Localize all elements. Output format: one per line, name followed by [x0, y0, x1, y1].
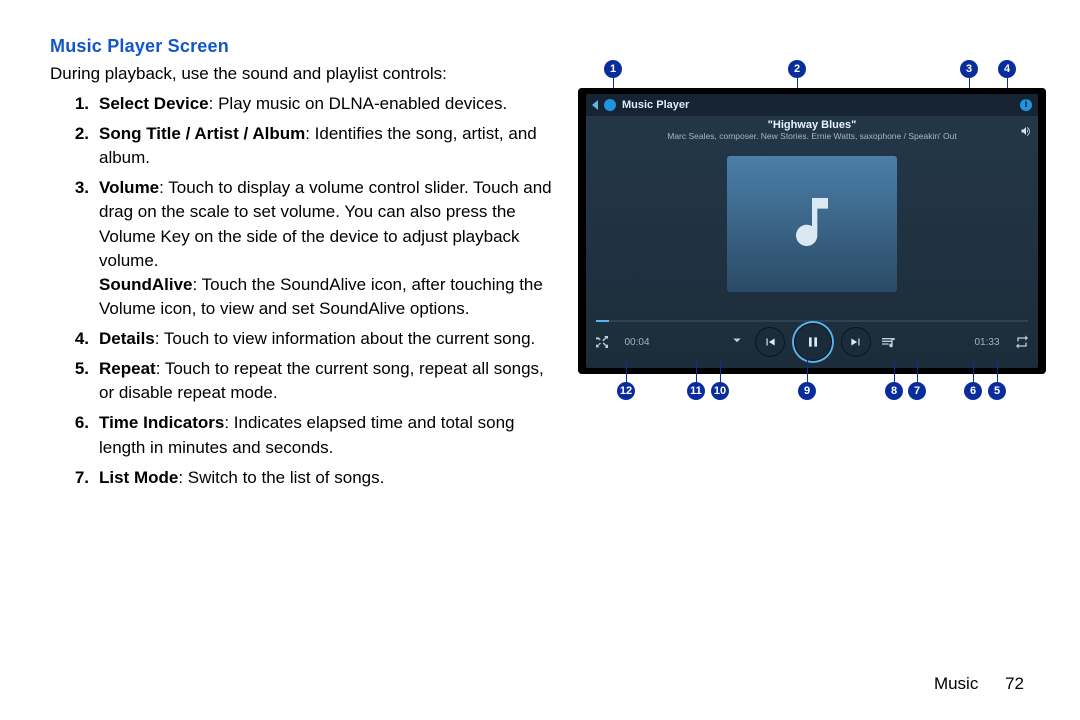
- list-item: 3. Volume: Touch to display a volume con…: [95, 176, 560, 321]
- feature-list: 1. Select Device: Play music on DLNA-ena…: [50, 92, 560, 490]
- song-meta: Marc Seales, composer. New Stories. Erni…: [594, 131, 1030, 141]
- device-frame: Music Player i "Highway Blues" Marc Seal…: [578, 88, 1046, 374]
- elapsed-time: 00:04: [622, 337, 652, 348]
- callout-leader: [720, 360, 721, 382]
- callouts-bottom: 12 11 10 9 8 7 6 5: [578, 374, 1048, 400]
- title-bar: Music Player i: [586, 94, 1038, 116]
- callout-leader: [894, 360, 895, 382]
- list-item: 2. Song Title / Artist / Album: Identifi…: [95, 122, 560, 170]
- page-footer: Music 72: [934, 674, 1024, 694]
- callout-badge: 7: [908, 382, 926, 400]
- item-number: 4.: [55, 327, 89, 351]
- text-column: Music Player Screen During playback, use…: [50, 36, 560, 490]
- item-term: Time Indicators: [99, 413, 224, 432]
- callout-badge: 6: [964, 382, 982, 400]
- footer-section: Music: [934, 674, 978, 693]
- item-desc: : Touch to display a volume control slid…: [99, 178, 552, 269]
- item-desc: : Touch to view information about the cu…: [155, 329, 536, 348]
- callout-leader: [626, 360, 627, 382]
- list-mode-icon[interactable]: [880, 334, 896, 350]
- repeat-icon[interactable]: [1014, 334, 1030, 350]
- item-desc: : Play music on DLNA-enabled devices.: [209, 94, 508, 113]
- callout-badge: 4: [998, 60, 1016, 78]
- volume-icon[interactable]: [1020, 124, 1032, 136]
- section-heading: Music Player Screen: [50, 36, 560, 57]
- app-title: Music Player: [622, 99, 1014, 111]
- item-term: List Mode: [99, 468, 178, 487]
- callout-leader: [973, 360, 974, 382]
- prev-button[interactable]: [756, 328, 784, 356]
- callout-badge: 5: [988, 382, 1006, 400]
- item-term: Repeat: [99, 359, 156, 378]
- album-art: [727, 156, 897, 292]
- item-desc: : Touch to repeat the current song, repe…: [99, 359, 544, 402]
- callout-leader: [696, 360, 697, 382]
- item-number: 7.: [55, 466, 89, 490]
- list-item: 6. Time Indicators: Indicates elapsed ti…: [95, 411, 560, 459]
- list-item: 4. Details: Touch to view information ab…: [95, 327, 560, 351]
- item-term: Select Device: [99, 94, 209, 113]
- music-note-icon: [780, 190, 844, 259]
- details-icon[interactable]: i: [1020, 99, 1032, 111]
- item-extra-term: SoundAlive: [99, 275, 193, 294]
- intro-text: During playback, use the sound and playl…: [50, 63, 560, 86]
- item-term: Song Title / Artist / Album: [99, 124, 305, 143]
- item-term: Details: [99, 329, 155, 348]
- manual-page: Music Player Screen During playback, use…: [0, 0, 1080, 720]
- callout-leader: [807, 360, 808, 382]
- player-screen: Music Player i "Highway Blues" Marc Seal…: [586, 94, 1038, 368]
- item-number: 2.: [55, 122, 89, 146]
- control-bar: 00:04: [586, 322, 1038, 362]
- player-figure: 1 2 3 4 Music Player i "Highway: [578, 60, 1048, 400]
- footer-page: 72: [1005, 674, 1024, 693]
- list-item: 5. Repeat: Touch to repeat the current s…: [95, 357, 560, 405]
- pause-button[interactable]: [794, 323, 832, 361]
- song-title: "Highway Blues": [594, 119, 1030, 131]
- callout-badge: 2: [788, 60, 806, 78]
- next-button[interactable]: [842, 328, 870, 356]
- item-number: 1.: [55, 92, 89, 116]
- callout-badge: 9: [798, 382, 816, 400]
- item-number: 5.: [55, 357, 89, 381]
- list-item: 1. Select Device: Play music on DLNA-ena…: [95, 92, 560, 116]
- item-number: 3.: [55, 176, 89, 200]
- callout-badge: 3: [960, 60, 978, 78]
- back-icon[interactable]: [592, 100, 598, 110]
- headphones-icon: [604, 99, 616, 111]
- callout-badge: 10: [711, 382, 729, 400]
- callout-leader: [917, 360, 918, 382]
- callouts-top: 1 2 3 4: [578, 60, 1048, 86]
- item-desc: : Switch to the list of songs.: [178, 468, 384, 487]
- total-time: 01:33: [972, 337, 1002, 348]
- song-info: "Highway Blues" Marc Seales, composer. N…: [586, 116, 1038, 146]
- shuffle-icon[interactable]: [594, 334, 610, 350]
- callout-badge: 11: [687, 382, 705, 400]
- list-item: 7. List Mode: Switch to the list of song…: [95, 466, 560, 490]
- item-number: 6.: [55, 411, 89, 435]
- callout-badge: 1: [604, 60, 622, 78]
- chevron-down-icon[interactable]: [728, 331, 746, 354]
- callout-badge: 8: [885, 382, 903, 400]
- callout-badge: 12: [617, 382, 635, 400]
- callout-leader: [997, 360, 998, 382]
- item-term: Volume: [99, 178, 159, 197]
